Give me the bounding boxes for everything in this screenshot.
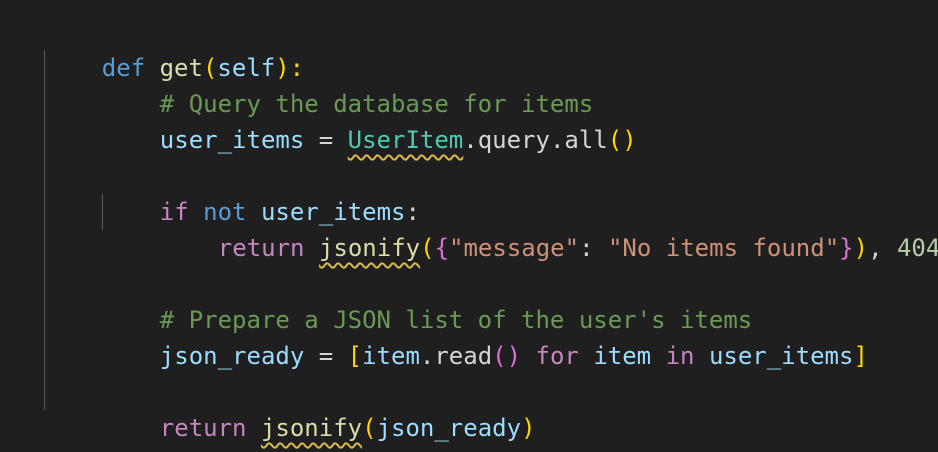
string-value: "No items found" <box>607 234 840 262</box>
variable-user-items: user_items <box>708 342 854 370</box>
variable-user-items: user_items <box>159 126 305 154</box>
keyword-for: for <box>535 342 579 370</box>
brace-open: { <box>434 234 450 262</box>
string-key: "message" <box>449 234 580 262</box>
variable-json-ready: json_ready <box>376 414 522 442</box>
brace-close: } <box>839 234 854 262</box>
function-jsonify[interactable]: jsonify <box>319 234 420 262</box>
assign-operator: = <box>304 342 348 370</box>
comma: , <box>868 234 897 262</box>
call-parens: () <box>492 342 522 370</box>
code-line-3[interactable]: user_items = UserItem.query.all() <box>102 86 637 154</box>
keyword-return: return <box>217 234 305 262</box>
paren-close: ) <box>521 414 536 442</box>
class-useritem[interactable]: UserItem <box>348 126 464 154</box>
code-line-9[interactable]: json_ready = [item.read() for item in us… <box>102 302 868 370</box>
code-line-1[interactable]: def get(self): <box>44 14 304 82</box>
code-line-11[interactable]: return jsonify(json_ready) <box>102 374 536 442</box>
keyword-in: in <box>665 342 695 370</box>
paren-open: ( <box>362 414 377 442</box>
bracket-close: ] <box>853 342 868 370</box>
method-read: .read <box>419 342 493 370</box>
call-parens: () <box>607 126 637 154</box>
assign-operator: = <box>304 126 348 154</box>
code-editor[interactable]: def get(self): # Query the database for … <box>0 0 938 452</box>
variable-item: item <box>362 342 420 370</box>
number-404: 404 <box>896 234 938 262</box>
variable-json-ready: json_ready <box>159 342 305 370</box>
bracket-open: [ <box>347 342 363 370</box>
function-jsonify[interactable]: jsonify <box>261 414 362 442</box>
code-line-5[interactable]: if not user_items: <box>102 158 420 226</box>
keyword-return: return <box>159 414 247 442</box>
query-all-call: .query.all <box>463 126 608 154</box>
colon: : <box>579 234 608 262</box>
code-line-2[interactable]: # Query the database for items <box>102 50 593 118</box>
code-line-6[interactable]: return jsonify({"message": "No items fou… <box>160 194 938 262</box>
paren-close: ) <box>853 234 869 262</box>
paren-open: ( <box>420 234 435 262</box>
variable-item: item <box>593 342 652 370</box>
code-line-8[interactable]: # Prepare a JSON list of the user's item… <box>102 266 752 334</box>
